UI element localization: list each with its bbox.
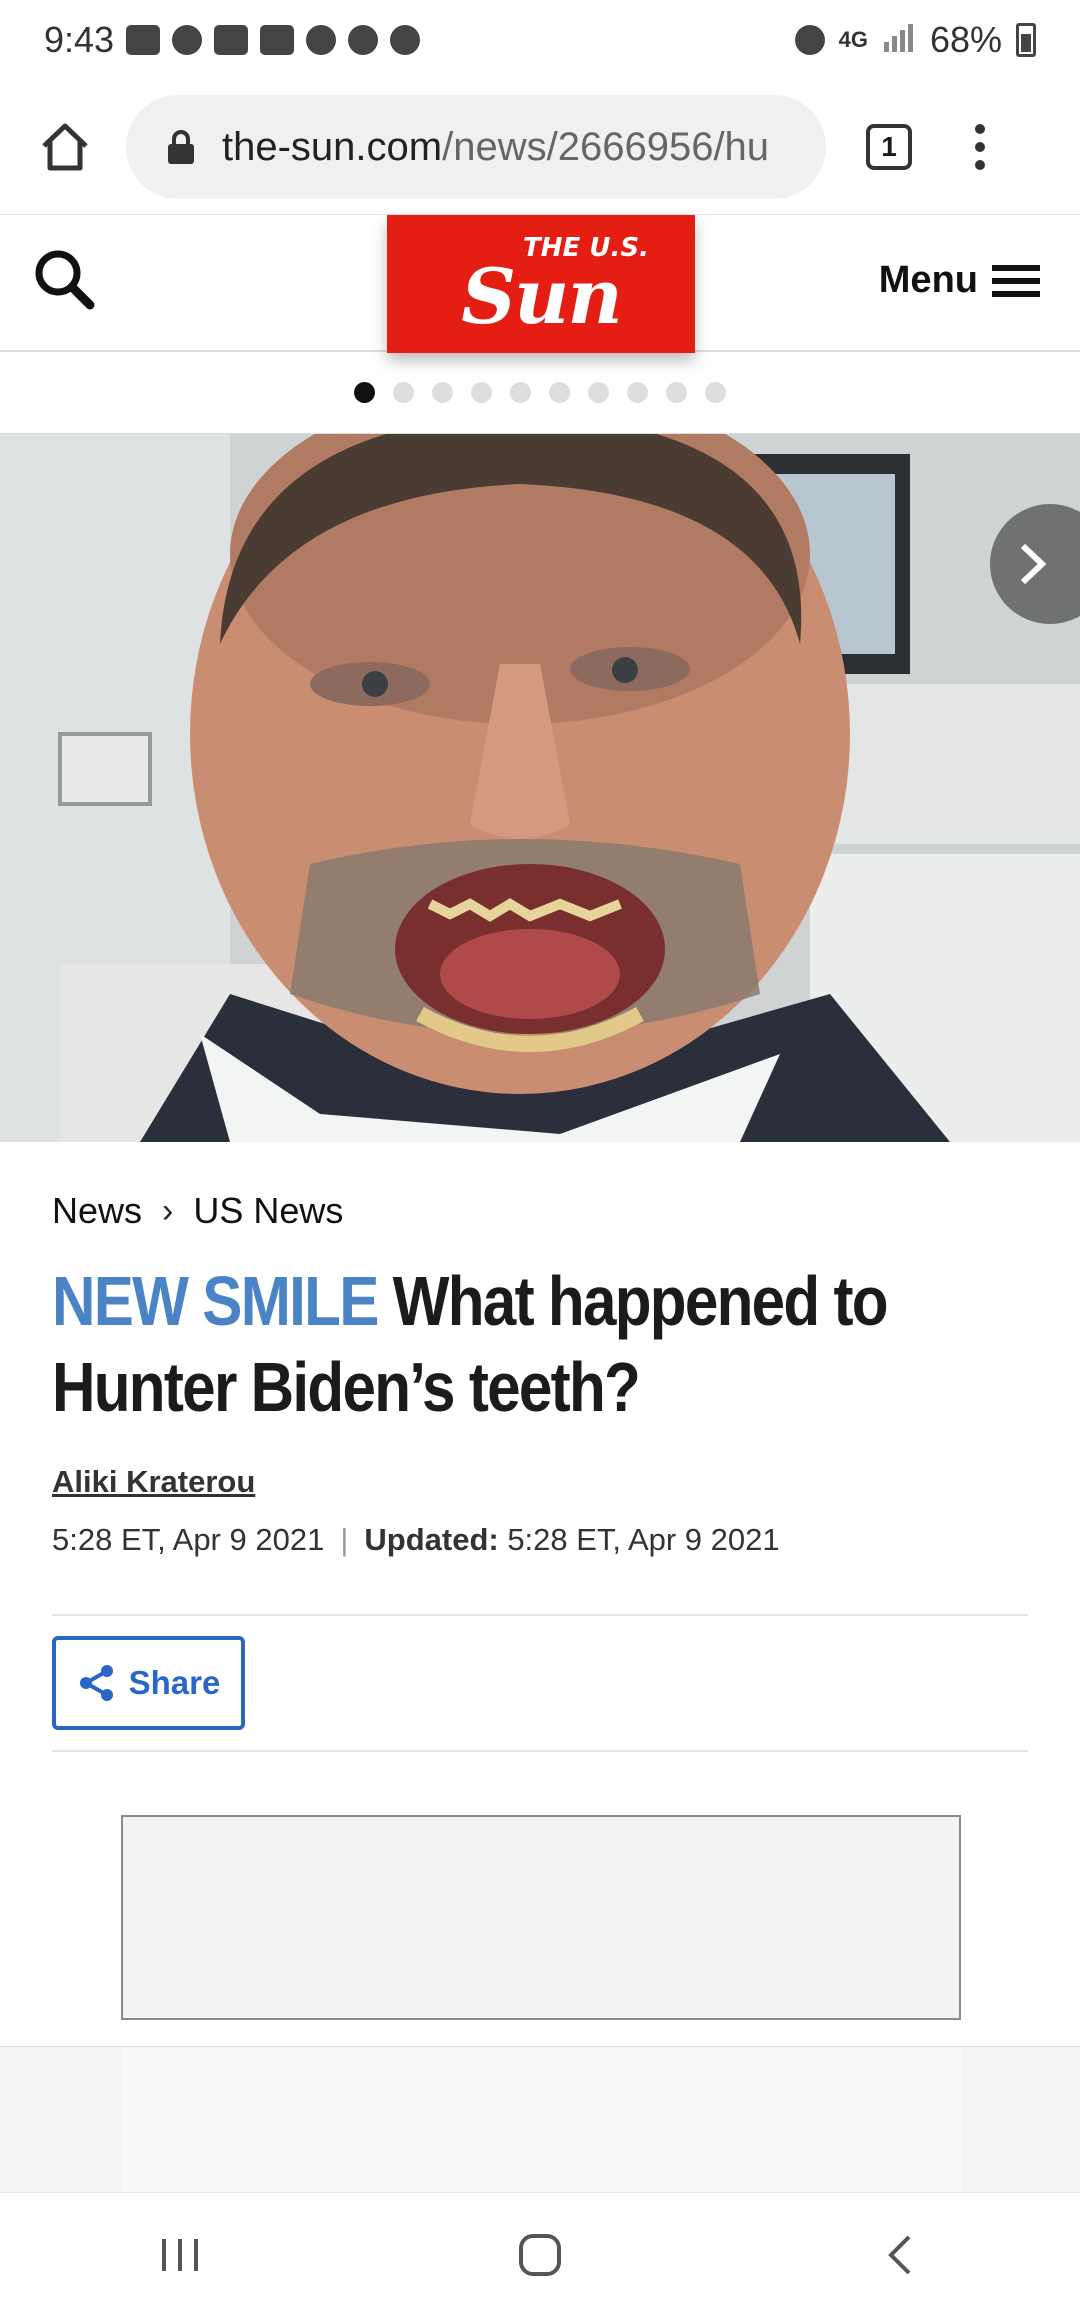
battery-percent: 68% [929,19,1002,60]
address-bar[interactable]: the-sun.com/news/2666956/hu [126,95,826,199]
site-logo[interactable]: THE U.S. Sun [387,215,695,353]
alarm-icon [794,25,825,55]
ad-placeholder [121,1815,961,2020]
carousel-dot[interactable] [393,382,414,403]
app-notification-icon [348,25,379,55]
tab-count: 1 [881,131,897,162]
stopwatch-icon [172,25,203,55]
status-time: 9:43 [44,19,115,60]
home-button[interactable] [30,112,100,182]
carousel-dot[interactable] [705,382,726,403]
article: News › US News NEW SMILE What happened t… [52,1142,1028,1752]
chevron-right-icon: › [162,1191,174,1230]
published-date: 5:28 ET, Apr 9 2021 [52,1522,325,1557]
headline-kicker: NEW SMILE [52,1262,379,1340]
article-headline: NEW SMILE What happened to Hunter Biden’… [52,1258,1028,1430]
search-icon [35,250,95,310]
search-button[interactable] [30,245,100,315]
sticky-ad-inner [121,2047,961,2193]
url-path: /news/2666956/hu [442,124,770,169]
carousel-dot[interactable] [510,382,531,403]
battery-icon [1016,23,1036,57]
network-type: 4G [838,27,868,52]
logo-wordmark: Sun [461,251,622,341]
menu-label: Menu [878,259,978,301]
updated-date: 5:28 ET, Apr 9 2021 [507,1522,780,1557]
share-icon [79,1665,113,1701]
home-icon [42,123,88,171]
tab-switcher-button[interactable]: 1 [866,124,912,170]
message-icon [126,25,161,55]
site-header: THE U.S. Sun Menu [0,214,1080,353]
carousel-dot[interactable] [354,382,375,403]
carousel-indicators [0,352,1080,434]
youtube-icon [214,25,249,55]
breadcrumb-us-news-link[interactable]: US News [193,1190,343,1232]
browser-toolbar: the-sun.com/news/2666956/hu 1 [0,80,1080,214]
share-label: Share [128,1664,221,1701]
recent-apps-button[interactable] [130,2215,230,2295]
breadcrumb: News › US News [52,1190,1028,1232]
carousel-dot[interactable] [627,382,648,403]
status-bar: 9:43 4G 68% [0,0,1080,80]
article-dates: 5:28 ET, Apr 9 2021 | Updated: 5:28 ET, Ap… [52,1522,780,1557]
signal-icon [882,19,916,61]
sticky-ad-banner [0,2046,1080,2193]
lock-icon [168,130,194,164]
updated-label: Updated [364,1522,489,1557]
system-nav-bar [0,2192,1080,2316]
carousel-dot[interactable] [432,382,453,403]
author-link[interactable]: Aliki Kraterou [52,1464,1028,1500]
more-options-icon[interactable] [970,124,990,170]
hamburger-icon [992,264,1040,297]
carousel-dot[interactable] [471,382,492,403]
carousel-dot[interactable] [588,382,609,403]
back-chevron-icon [888,2235,911,2274]
home-circle-icon [519,2233,561,2276]
share-button[interactable]: Share [52,1636,245,1730]
fan-icon [390,25,421,55]
home-nav-button[interactable] [490,2215,590,2295]
back-button[interactable] [850,2215,950,2295]
breadcrumb-news-link[interactable]: News [52,1190,142,1232]
recents-icon [162,2238,198,2271]
carousel-dot[interactable] [549,382,570,403]
chevron-right-icon [1020,543,1047,585]
carousel-dot[interactable] [666,382,687,403]
url-domain: the-sun.com [222,124,443,169]
youtube-icon [260,25,295,55]
share-row: Share [52,1614,1028,1752]
menu-button[interactable]: Menu [879,259,1040,302]
wifi-call-icon [306,25,337,55]
hero-image [0,434,1080,1142]
